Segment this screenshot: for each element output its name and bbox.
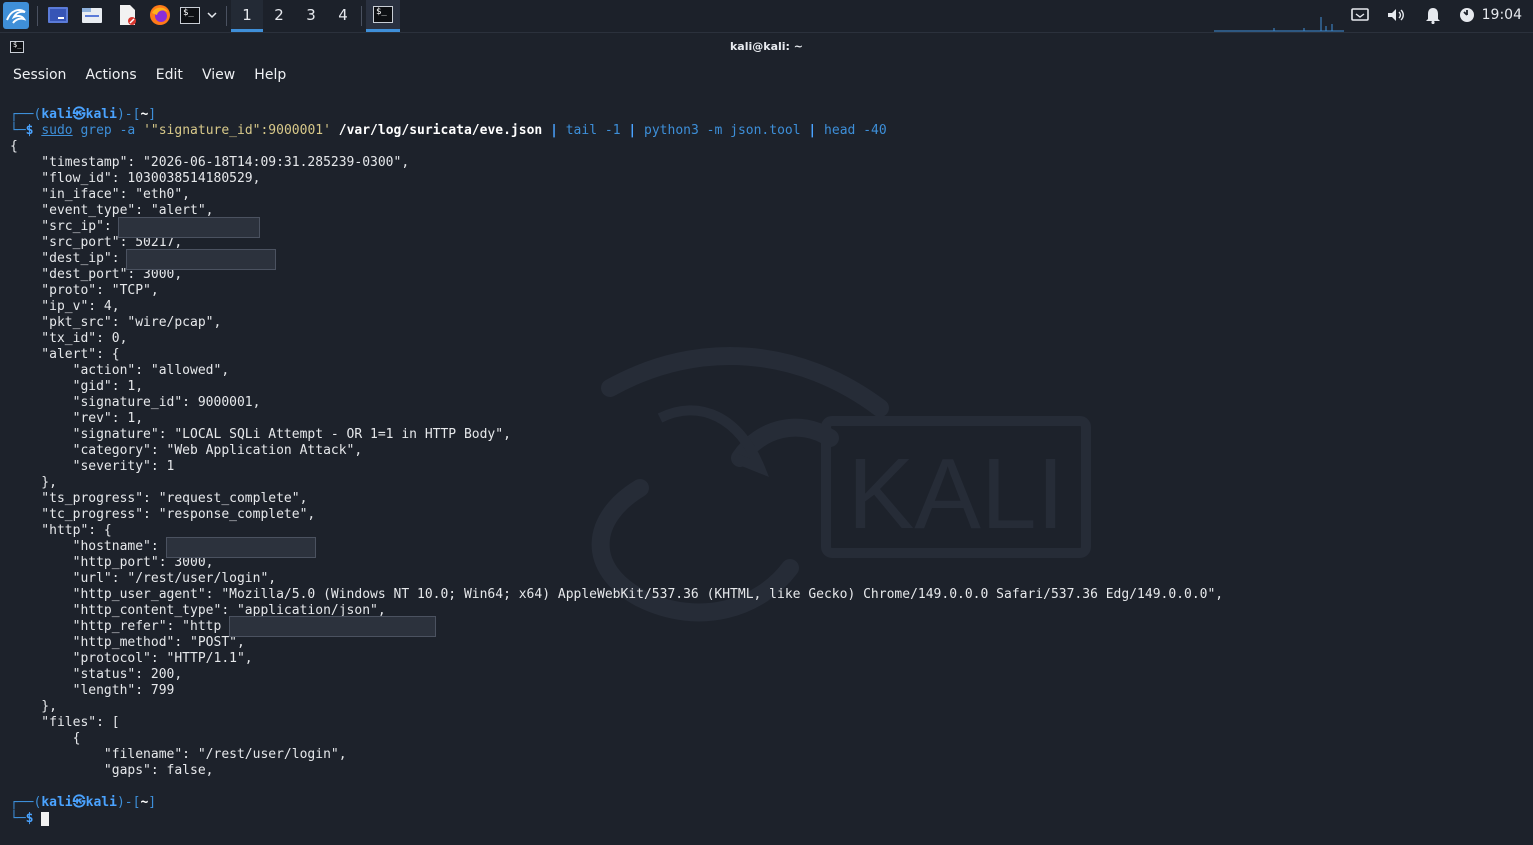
redacted-dest-ip [126,249,276,270]
output-line: "dest_ip": [10,251,120,266]
chevron-down-icon[interactable] [205,4,219,26]
output-line: "ip_v": 4, [10,299,120,314]
output-line: "filename": "/rest/user/login", [10,747,347,762]
power-icon[interactable] [1457,4,1477,26]
output-line: "flow_id": 1030038514180529, [10,171,261,186]
output-line: "url": "/rest/user/login", [10,571,277,586]
output-line: "src_ip": [10,219,112,234]
output-line: "http_method": "POST", [10,635,245,650]
kali-menu-icon[interactable] [3,2,29,29]
taskbar-terminal-button[interactable]: $_ [366,0,400,32]
output-line: "ts_progress": "request_complete", [10,491,308,506]
output-line: "protocol": "HTTP/1.1", [10,651,253,666]
menu-edit[interactable]: Edit [149,62,190,88]
prompt-line-2: ┌──(kali㉿kali)-[~] [10,795,157,810]
output-line: "severity": 1 [10,459,175,474]
redacted-http-refer [229,616,436,637]
output-line: "signature": "LOCAL SQLi Attempt - OR 1=… [10,427,511,442]
output-line: "length": 799 [10,683,175,698]
workspace-4[interactable]: 4 [327,0,359,32]
output-line: "status": 200, [10,667,183,682]
terminal-area[interactable]: KALI ┌──(kali㉿kali)-[~] └─$ sudo grep -a… [0,88,1533,845]
output-line: { [10,731,81,746]
firefox-icon[interactable] [148,4,172,26]
output-line: "http": { [10,523,112,538]
workspace-2[interactable]: 2 [263,0,295,32]
output-line: { [10,139,18,154]
output-line: "tc_progress": "response_complete", [10,507,316,522]
output-line: }, [10,475,57,490]
workspace-1[interactable]: 1 [231,0,263,32]
terminal-icon: $_ [373,6,393,23]
text-editor-icon[interactable] [115,4,139,26]
file-manager-icon[interactable] [80,4,104,26]
output-line: "proto": "TCP", [10,283,159,298]
terminal-launcher-icon[interactable]: $_ [179,4,201,26]
text-cursor [41,812,49,826]
output-line: "timestamp": "2026-06-18T14:09:31.285239… [10,155,410,170]
window-title: kali@kali: ~ [729,40,803,53]
workspace-3[interactable]: 3 [295,0,327,32]
output-line: }, [10,699,57,714]
output-line: "files": [ [10,715,120,730]
kali-wallpaper: KALI [591,347,1091,622]
menu-session[interactable]: Session [6,62,73,88]
command-line: └─$ sudo grep -a '"signature_id":9000001… [10,123,887,138]
top-panel: $_ 1 2 3 4 $_ 19:04 [0,0,1533,33]
window-titlebar[interactable]: $_ kali@kali: ~ [0,33,1533,62]
notification-bell-icon[interactable] [1423,4,1443,26]
menu-view[interactable]: View [195,62,242,88]
display-icon[interactable] [1350,4,1370,26]
output-line: "gaps": false, [10,763,214,778]
output-line: "http_user_agent": "Mozilla/5.0 (Windows… [10,587,1224,602]
network-graph-icon [1214,17,1344,32]
output-line: "rev": 1, [10,411,144,426]
redacted-src-ip [118,217,260,238]
output-line: "hostname": [10,539,159,554]
desktop-icon[interactable] [46,4,70,26]
output-line: "in_iface": "eth0", [10,187,191,202]
output-line: "http_refer": "http [10,619,222,634]
input-line[interactable]: └─$ [10,811,33,827]
output-line: "alert": { [10,347,120,362]
panel-separator [37,6,38,26]
clock[interactable]: 19:04 [1482,0,1522,32]
output-line: "signature_id": 9000001, [10,395,261,410]
prompt-line-1: ┌──(kali㉿kali)-[~] [10,107,157,122]
menubar: Session Actions Edit View Help [0,62,1533,88]
output-line: "pkt_src": "wire/pcap", [10,315,222,330]
panel-separator [361,6,362,26]
redacted-hostname [166,537,316,558]
output-line: "tx_id": 0, [10,331,128,346]
output-line: "category": "Web Application Attack", [10,443,363,458]
menu-help[interactable]: Help [247,62,293,88]
menu-actions[interactable]: Actions [79,62,144,88]
output-line: "gid": 1, [10,379,144,394]
panel-separator [226,6,227,26]
volume-icon[interactable] [1386,4,1406,26]
output-line: "action": "allowed", [10,363,230,378]
wallpaper-kali-text: KALI [848,438,1065,550]
